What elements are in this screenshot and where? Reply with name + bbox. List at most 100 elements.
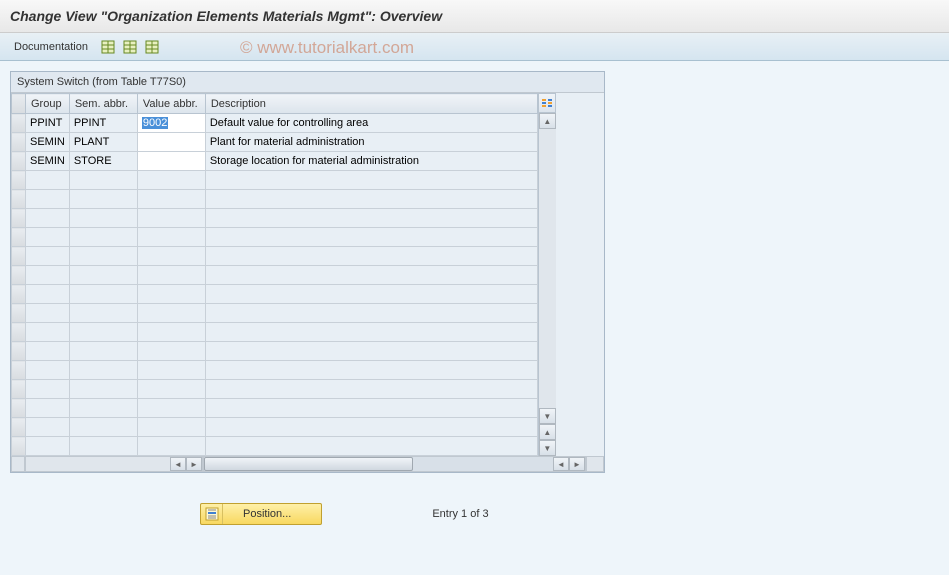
content-area: System Switch (from Table T77S0) Group S… (0, 61, 949, 575)
cell-value[interactable] (137, 133, 205, 152)
cell-group (26, 399, 70, 418)
cell-value[interactable] (137, 266, 205, 285)
cell-value[interactable] (137, 247, 205, 266)
row-selector[interactable] (12, 228, 26, 247)
row-selector[interactable] (12, 361, 26, 380)
hscroll-track[interactable] (204, 457, 553, 471)
cell-group: PPINT (26, 114, 70, 133)
table-row (12, 361, 538, 380)
cell-sem: PLANT (69, 133, 137, 152)
documentation-button[interactable]: Documentation (8, 39, 94, 55)
cell-value[interactable] (137, 418, 205, 437)
cell-desc (205, 209, 537, 228)
hscroll-left2-icon[interactable]: ◄ (553, 457, 569, 471)
cell-desc (205, 285, 537, 304)
hscroll-thumb[interactable] (204, 457, 413, 471)
hscroll-right1-icon[interactable]: ► (186, 457, 202, 471)
hscroll-right2-icon[interactable]: ► (569, 457, 585, 471)
cell-group (26, 266, 70, 285)
row-selector[interactable] (12, 209, 26, 228)
row-selector[interactable] (12, 418, 26, 437)
cell-desc (205, 247, 537, 266)
cell-value[interactable] (137, 285, 205, 304)
scroll-down2-icon[interactable]: ▼ (539, 440, 556, 456)
cell-value[interactable] (137, 171, 205, 190)
row-selector[interactable] (12, 437, 26, 456)
vscroll-track[interactable] (539, 129, 556, 408)
cell-group (26, 228, 70, 247)
row-selector[interactable] (12, 380, 26, 399)
position-button[interactable]: Position... (200, 503, 322, 525)
table-icon-1[interactable] (100, 39, 116, 55)
table-icon-3[interactable] (144, 39, 160, 55)
row-selector[interactable] (12, 114, 26, 133)
cell-desc: Storage location for material administra… (205, 152, 537, 171)
scroll-up-icon[interactable]: ▲ (539, 113, 556, 129)
cell-sem: STORE (69, 152, 137, 171)
cell-value[interactable] (137, 209, 205, 228)
row-selector[interactable] (12, 190, 26, 209)
row-selector[interactable] (12, 285, 26, 304)
cell-value[interactable] (137, 228, 205, 247)
row-selector[interactable] (12, 133, 26, 152)
cell-value[interactable] (137, 361, 205, 380)
cell-value[interactable] (137, 437, 205, 456)
cell-sem (69, 304, 137, 323)
cell-sem (69, 380, 137, 399)
table-row (12, 266, 538, 285)
row-selector[interactable] (12, 171, 26, 190)
cell-value[interactable] (137, 380, 205, 399)
scroll-up2-icon[interactable]: ▲ (539, 424, 556, 440)
entry-counter: Entry 1 of 3 (432, 508, 488, 520)
horizontal-scrollbar: ◄ ► ◄ ► (11, 456, 604, 472)
cell-desc (205, 418, 537, 437)
page-title: Change View "Organization Elements Mater… (10, 8, 442, 24)
grid-title: System Switch (from Table T77S0) (11, 72, 604, 93)
table-row: SEMINSTOREStorage location for material … (12, 152, 538, 171)
cell-value[interactable] (137, 304, 205, 323)
grid-panel: System Switch (from Table T77S0) Group S… (10, 71, 605, 473)
cell-sem (69, 228, 137, 247)
title-bar: Change View "Organization Elements Mater… (0, 0, 949, 33)
vertical-scrollbar[interactable]: ▲ ▼ ▲ ▼ (538, 113, 556, 456)
cell-value[interactable] (137, 152, 205, 171)
cell-sem (69, 437, 137, 456)
row-selector[interactable] (12, 342, 26, 361)
scroll-down-icon[interactable]: ▼ (539, 408, 556, 424)
row-selector[interactable] (12, 152, 26, 171)
col-header-desc[interactable]: Description (205, 94, 537, 114)
cell-desc (205, 323, 537, 342)
row-selector[interactable] (12, 399, 26, 418)
cell-value[interactable] (137, 342, 205, 361)
row-selector[interactable] (12, 266, 26, 285)
row-selector[interactable] (12, 247, 26, 266)
cell-sem (69, 171, 137, 190)
row-selector[interactable] (12, 323, 26, 342)
cell-desc: Default value for controlling area (205, 114, 537, 133)
row-selector[interactable] (12, 304, 26, 323)
col-header-group[interactable]: Group (26, 94, 70, 114)
cell-desc (205, 266, 537, 285)
cell-value[interactable]: 9002 (137, 114, 205, 133)
select-all-header[interactable] (12, 94, 26, 114)
cell-sem (69, 323, 137, 342)
cell-sem (69, 418, 137, 437)
table-row (12, 209, 538, 228)
cell-desc (205, 304, 537, 323)
table-row (12, 399, 538, 418)
cell-value[interactable] (137, 323, 205, 342)
cell-group (26, 209, 70, 228)
col-header-sem[interactable]: Sem. abbr. (69, 94, 137, 114)
cell-value[interactable] (137, 399, 205, 418)
cell-sem: PPINT (69, 114, 137, 133)
table-row (12, 437, 538, 456)
sort-button[interactable] (538, 93, 556, 113)
table-row (12, 190, 538, 209)
table-icon-2[interactable] (122, 39, 138, 55)
cell-value[interactable] (137, 190, 205, 209)
cell-desc (205, 190, 537, 209)
hscroll-left1-icon[interactable]: ◄ (170, 457, 186, 471)
cell-group (26, 342, 70, 361)
col-header-value[interactable]: Value abbr. (137, 94, 205, 114)
table-row (12, 418, 538, 437)
